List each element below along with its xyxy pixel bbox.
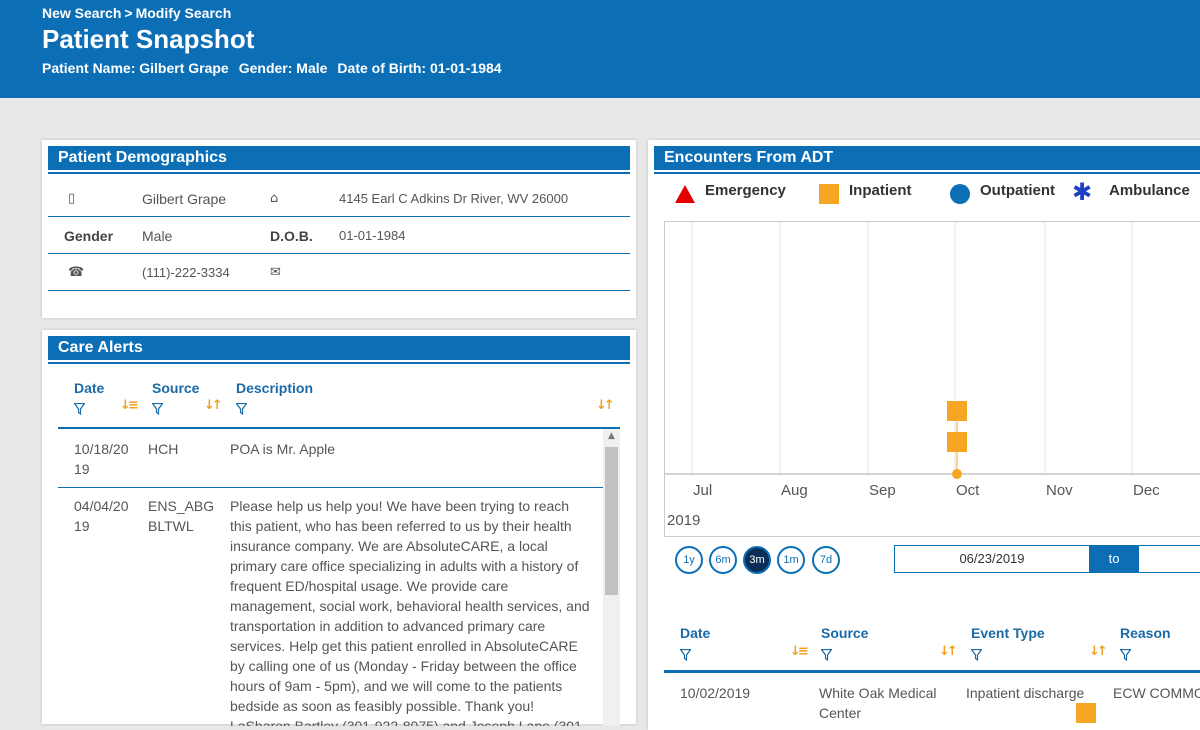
header-bar: New Search > Modify Search Patient Snapsho… (0, 0, 1200, 98)
sort-icon[interactable]: ↓↑ (939, 644, 958, 659)
alert-date: 04/04/20 19 (74, 498, 129, 534)
filter-icon[interactable] (821, 649, 832, 661)
inpatient-point (947, 401, 967, 421)
filter-icon[interactable] (680, 649, 691, 661)
breadcrumb-separator: > (124, 5, 133, 21)
care-alerts-table: 10/18/20 19 HCH POA is Mr. Apple 04/04/20… (58, 427, 620, 726)
demographics-title: Patient Demographics (48, 146, 630, 174)
sort-icon[interactable]: ↓↑ (1089, 644, 1108, 659)
range-7d-button[interactable]: 7d (812, 546, 840, 574)
encounters-title: Encounters From ADT (654, 146, 1200, 174)
scrollbar[interactable]: ▲ (603, 429, 620, 726)
legend-emergency: Emergency (705, 182, 786, 199)
alert-description: POA is Mr. Apple (230, 441, 336, 457)
patient-gender: Gender: Male (238, 60, 328, 76)
demographics-row-gender: Gender Male D.O.B. 01-01-1984 (48, 217, 630, 254)
enc-col-header-event-type[interactable]: Event Type (971, 625, 1045, 641)
envelope-icon[interactable]: ✉ (270, 265, 281, 280)
filter-icon[interactable] (971, 649, 982, 661)
dob-label: D.O.B. (270, 228, 313, 244)
legend-ambulance: Ambulance (1109, 182, 1190, 199)
filter-icon[interactable] (236, 403, 247, 415)
enc-reason: ECW COMMON (1113, 685, 1200, 701)
alert-date: 10/18/20 19 (74, 441, 129, 477)
breadcrumb-new-search[interactable]: New Search (42, 5, 121, 21)
demographics-row-contact: ☎ (111)-222-3334 ✉ (48, 254, 630, 291)
sort-icon[interactable]: ↓↑ (204, 398, 223, 413)
gender-label: Gender (64, 228, 114, 244)
outpatient-legend-icon (950, 184, 970, 204)
col-header-source[interactable]: Source (152, 380, 199, 396)
care-alerts-title: Care Alerts (48, 336, 630, 364)
star-of-life-icon: ✱ (1072, 178, 1093, 206)
patient-name: Patient Name: Gilbert Grape (42, 60, 229, 76)
inpatient-point (947, 432, 967, 452)
col-header-description[interactable]: Description (236, 380, 313, 396)
date-to-input[interactable] (1138, 545, 1200, 573)
alert-description: Please help us help you! We have been tr… (230, 498, 590, 726)
patient-info: Patient Name: Gilbert Grape Gender: Male D… (42, 60, 512, 76)
enc-source: White Oak Medical Center (819, 685, 937, 721)
alert-source: ENS_ABG BLTWL (148, 498, 215, 534)
demographics-row-name: ▯ Gilbert Grape ⌂ 4145 Earl C Adkins Dr … (48, 180, 630, 217)
sort-icon[interactable]: ↓≡ (790, 644, 809, 659)
dob-value: 01-01-1984 (339, 228, 406, 243)
range-1y-button[interactable]: 1y (675, 546, 703, 574)
sort-icon[interactable]: ↓≡ (120, 398, 139, 413)
enc-date: 10/02/2019 (680, 685, 751, 701)
address-value: 4145 Earl C Adkins Dr River, WV 26000 (339, 191, 569, 206)
filter-icon[interactable] (74, 403, 85, 415)
encounters-chart-svg: Jul Aug Sep Oct Nov Dec 2019 (665, 222, 1200, 529)
enc-col-header-reason[interactable]: Reason (1120, 625, 1171, 641)
to-button[interactable]: to (1090, 545, 1138, 573)
range-6m-button[interactable]: 6m (709, 546, 737, 574)
range-1m-button[interactable]: 1m (777, 546, 805, 574)
enc-event-type: Inpatient discharge (966, 685, 1085, 701)
encounters-chart: Jul Aug Sep Oct Nov Dec 2019 (664, 221, 1200, 537)
scrollbar-thumb[interactable] (605, 447, 618, 595)
demographics-card: Patient Demographics ▯ Gilbert Grape ⌂ 4… (42, 140, 636, 318)
legend-outpatient: Outpatient (980, 182, 1055, 199)
x-tick-label: Nov (1046, 482, 1073, 499)
sort-icon[interactable]: ↓↑ (596, 398, 615, 413)
col-header-date[interactable]: Date (74, 380, 104, 396)
patient-dob: Date of Birth: 01-01-1984 (337, 60, 502, 76)
home-icon: ⌂ (270, 191, 279, 206)
filter-icon[interactable] (152, 403, 163, 415)
gender-value: Male (142, 228, 173, 244)
breadcrumb-modify-search[interactable]: Modify Search (136, 5, 232, 21)
emergency-legend-icon (675, 185, 695, 203)
legend-inpatient: Inpatient (849, 182, 912, 199)
x-tick-label: Aug (781, 482, 808, 499)
date-from-input[interactable]: 06/23/2019 (894, 545, 1090, 573)
x-tick-label: Sep (869, 482, 896, 499)
user-icon: ▯ (68, 191, 76, 206)
scroll-up-icon[interactable]: ▲ (603, 431, 620, 441)
x-tick-label: Oct (956, 482, 980, 499)
range-3m-button[interactable]: 3m (743, 546, 771, 574)
phone-value: (111)-222-3334 (142, 265, 230, 280)
enc-table-divider (664, 670, 1200, 673)
inpatient-marker-icon (1076, 703, 1096, 723)
enc-col-header-source[interactable]: Source (821, 625, 868, 641)
filter-icon[interactable] (1120, 649, 1131, 661)
year-label: 2019 (667, 512, 700, 529)
page-title: Patient Snapshot (42, 24, 255, 54)
baseline-dot (952, 469, 962, 479)
table-row: 10/18/20 19 HCH POA is Mr. Apple (58, 439, 603, 488)
patient-name-value: Gilbert Grape (142, 191, 227, 207)
x-tick-label: Jul (693, 482, 712, 499)
inpatient-legend-icon (819, 184, 839, 204)
alert-source: HCH (148, 441, 179, 457)
phone-icon: ☎ (68, 265, 85, 280)
enc-col-header-date[interactable]: Date (680, 625, 710, 641)
breadcrumb: New Search > Modify Search (42, 5, 231, 21)
x-tick-label: Dec (1133, 482, 1160, 499)
